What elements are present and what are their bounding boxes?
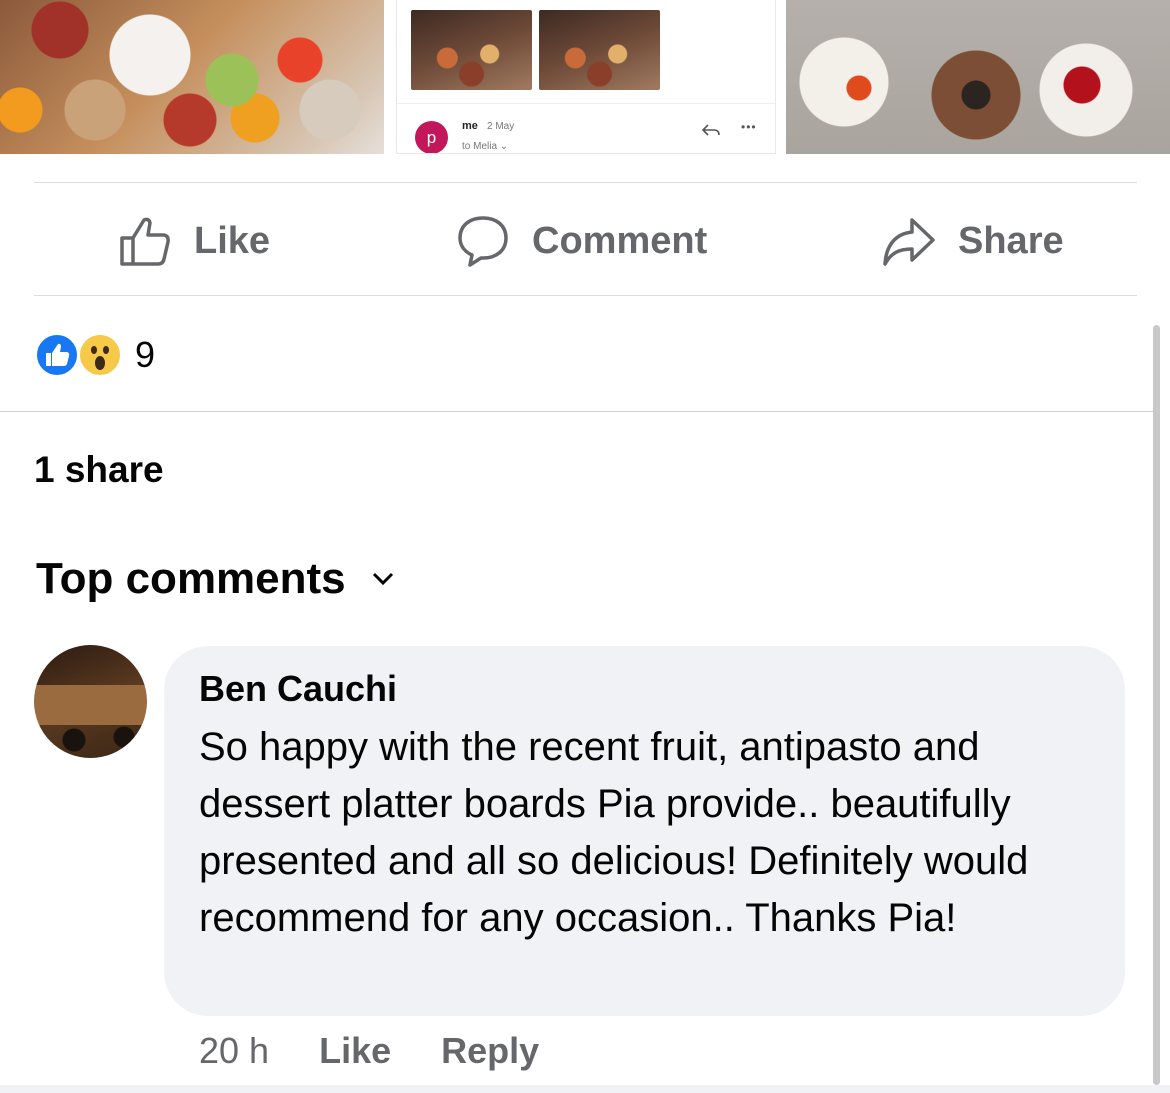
share-label: Share (958, 219, 1064, 262)
comment-like-button[interactable]: Like (319, 1030, 391, 1072)
share-button[interactable]: Share (882, 210, 1064, 272)
email-date: 2 May (487, 121, 515, 132)
email-sender-avatar: p (415, 121, 448, 153)
divider (0, 411, 1154, 412)
comment-author[interactable]: Ben Cauchi (199, 668, 397, 710)
divider (34, 182, 1137, 183)
like-button[interactable]: Like (118, 210, 270, 272)
comment-text: So happy with the recent fruit, antipast… (199, 725, 1029, 940)
like-reaction-icon (34, 332, 80, 378)
share-arrow-icon (883, 218, 935, 266)
like-label: Like (194, 219, 271, 262)
email-image-thumbnail (411, 10, 532, 90)
photo-bagels[interactable] (786, 0, 1170, 154)
comment-reply-button[interactable]: Reply (441, 1030, 539, 1072)
photo-platter-board[interactable] (0, 0, 384, 154)
comment-sort-dropdown[interactable]: Top comments (36, 554, 394, 604)
scrollbar[interactable] (1153, 325, 1160, 1085)
divider (34, 295, 1137, 296)
comment-label: Comment (532, 219, 708, 262)
wow-reaction-icon (77, 332, 123, 378)
photo-email-screenshot[interactable]: p me 2 May to Melia ⌄ ••• (396, 0, 776, 154)
post-photo-strip: p me 2 May to Melia ⌄ ••• (0, 0, 1170, 154)
bottom-edge (0, 1085, 1170, 1093)
reply-arrow-icon (701, 124, 720, 136)
comment-timestamp: 20 h (199, 1030, 270, 1071)
comment-sort-label: Top comments (36, 554, 346, 603)
reaction-count: 9 (135, 334, 156, 375)
thumbs-up-icon (120, 217, 170, 266)
reaction-summary[interactable]: 9 (34, 331, 155, 379)
chevron-down-icon (372, 572, 393, 586)
comment-actions: 20 h Like Reply (199, 1030, 539, 1072)
email-image-thumbnail (539, 10, 660, 90)
share-count[interactable]: 1 share (34, 449, 164, 491)
more-options-icon: ••• (741, 120, 757, 134)
comment-button[interactable]: Comment (456, 210, 707, 272)
avatar[interactable] (34, 645, 147, 758)
email-recipient: to Melia ⌄ (462, 141, 509, 152)
email-header-row: p me 2 May to Melia ⌄ ••• (397, 103, 775, 153)
email-sender: me (462, 120, 478, 132)
speech-bubble-icon (458, 216, 508, 267)
